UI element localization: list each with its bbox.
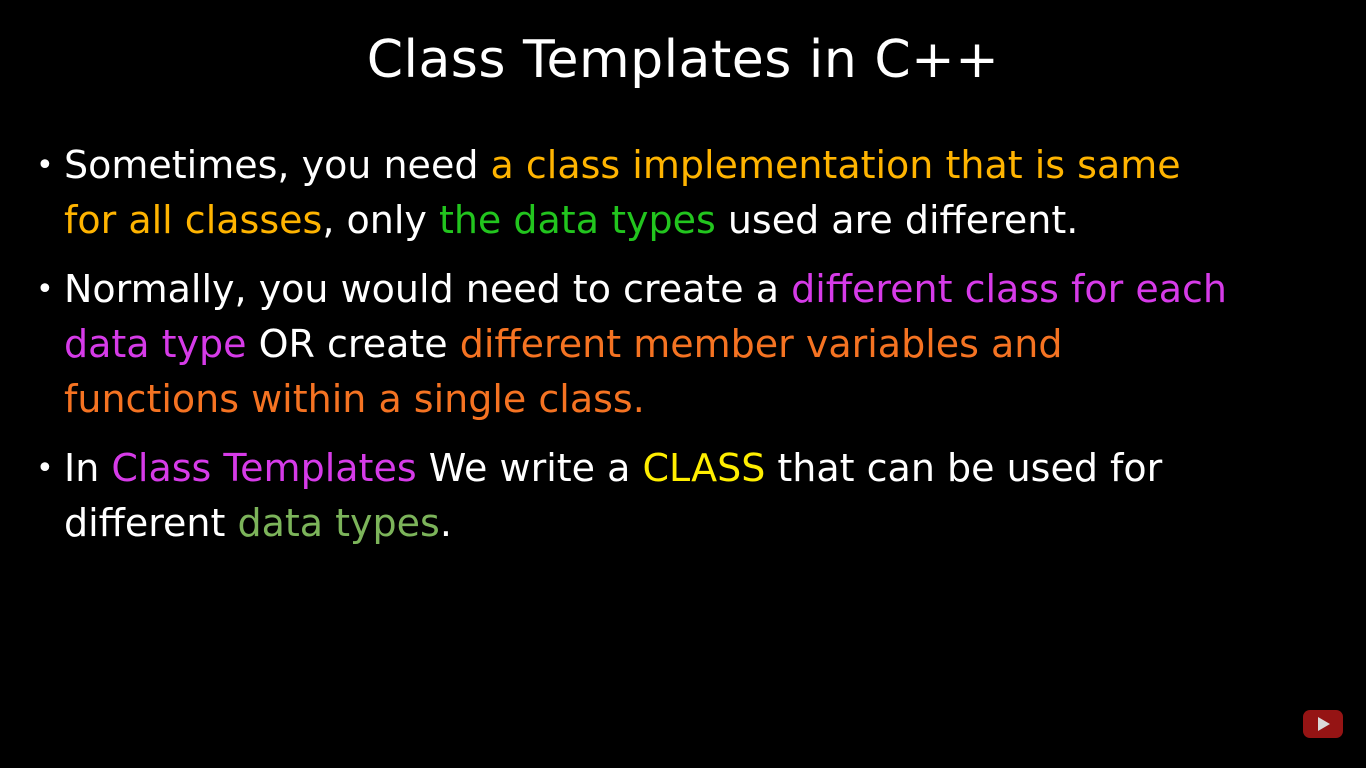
text-segment: different class for each (791, 267, 1227, 311)
text-segment: used are different. (715, 198, 1079, 242)
bullet-dot-icon: • (36, 148, 54, 183)
text-segment: In (64, 446, 112, 490)
bullet-line: In Class Templates We write a CLASS that… (64, 441, 1336, 496)
bullet-line: different data types. (64, 496, 1336, 551)
slide: Class Templates in C++ • Sometimes, you n… (0, 0, 1366, 768)
text-segment: , only (322, 198, 439, 242)
text-segment: a class implementation that is same (490, 143, 1181, 187)
bullet-item: • Sometimes, you need a class implementat… (36, 138, 1336, 248)
text-segment: data types (237, 501, 440, 545)
text-segment: that can be used for (765, 446, 1163, 490)
bullet-line: Sometimes, you need a class implementati… (64, 138, 1336, 193)
text-segment: for all classes (64, 198, 323, 242)
text-segment: data type (64, 322, 247, 366)
text-segment: different (64, 501, 238, 545)
bullet-line: data type OR create different member var… (64, 317, 1336, 372)
text-segment: . (439, 501, 452, 545)
bullet-item: • Normally, you would need to create a di… (36, 262, 1336, 427)
text-segment: functions within a single class. (64, 377, 645, 421)
bullet-item: • In Class Templates We write a CLASS tha… (36, 441, 1336, 551)
text-segment: OR create (246, 322, 460, 366)
text-segment: Sometimes, you need (64, 143, 491, 187)
slide-title: Class Templates in C++ (366, 30, 1000, 90)
youtube-logo-button[interactable] (1303, 710, 1343, 738)
text-segment: the data types (438, 198, 716, 242)
bullet-list: • Sometimes, you need a class implementat… (36, 138, 1336, 565)
text-segment: We write a (416, 446, 643, 490)
bullet-dot-icon: • (36, 451, 54, 486)
youtube-play-icon (1318, 717, 1330, 731)
bullet-line: Normally, you would need to create a dif… (64, 262, 1336, 317)
text-segment: Normally, you would need to create a (64, 267, 792, 311)
bullet-line: functions within a single class. (64, 372, 1336, 427)
text-segment: different member variables and (459, 322, 1063, 366)
bullet-dot-icon: • (36, 272, 54, 307)
bullet-line: for all classes, only the data types use… (64, 193, 1336, 248)
text-segment: CLASS (642, 446, 766, 490)
text-segment: Class Templates (111, 446, 417, 490)
